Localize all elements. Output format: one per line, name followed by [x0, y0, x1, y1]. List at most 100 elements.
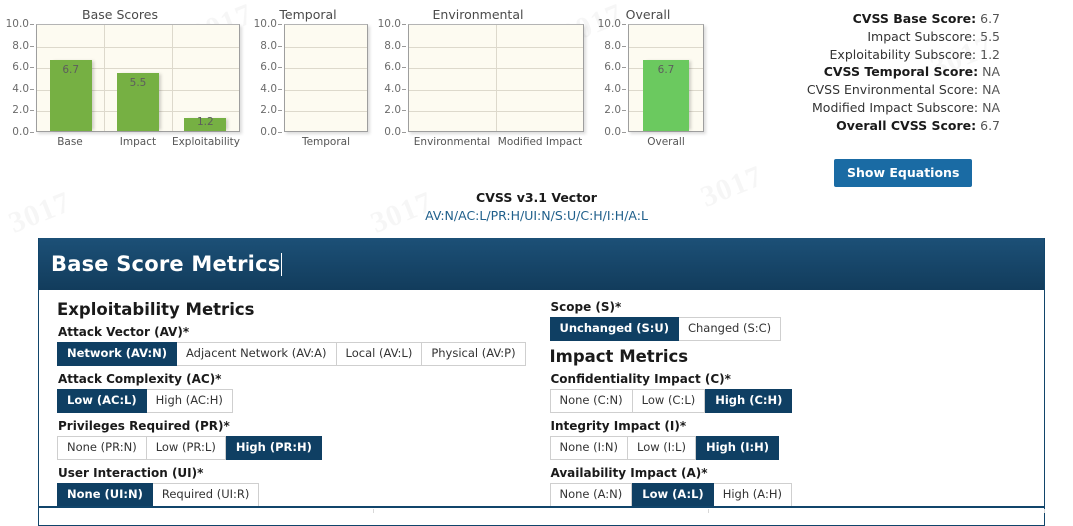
option-button-high-ac-h[interactable]: High (AC:H) [146, 389, 233, 413]
strip-segment [374, 509, 710, 513]
option-button-none-pr-n[interactable]: None (PR:N) [57, 436, 147, 460]
bar: 6.7 [49, 59, 92, 131]
chart-base-scores: Base Scores 0.0 2.0 4.0 6.0 8.0 10.0 6.7 5.5 1.2 B… [0, 6, 240, 164]
metric-label-availability-impact-a: Availability Impact (A)* [550, 466, 708, 480]
option-button-low-c-l[interactable]: Low (C:L) [632, 389, 706, 413]
score-label: Exploitability Subscore: [829, 46, 977, 62]
exploitability-metrics-heading: Exploitability Metrics [57, 300, 255, 319]
text-caret [281, 253, 283, 276]
score-row: CVSS Base Score: 6.7 [700, 10, 1000, 28]
chart-body: 0.0 2.0 4.0 6.0 8.0 10.0 Temporal [248, 18, 368, 164]
score-value: 6.7 [976, 117, 1000, 133]
option-button-none-ui-n[interactable]: None (UI:N) [57, 483, 153, 507]
option-button-none-a-n[interactable]: None (A:N) [549, 483, 633, 507]
chart-overall: Overall 0.0 2.0 4.0 6.0 8.0 10.0 6.7 Overall [592, 6, 704, 164]
metric-label-scope-s: Scope (S)* [550, 300, 622, 314]
score-row: Modified Impact Subscore: NA [700, 99, 1000, 117]
option-button-high-pr-h[interactable]: High (PR:H) [225, 436, 322, 460]
option-button-network-av-n[interactable]: Network (AV:N) [57, 342, 178, 366]
y-axis-tick-label: 10.0 [253, 18, 283, 30]
panel-title-text: Base Score Metrics [51, 252, 281, 276]
y-axis-tick-label: 0.0 [384, 126, 406, 138]
score-value: NA [978, 99, 1000, 115]
y-axis-tick-label: 0.0 [260, 126, 282, 138]
y-axis-tick-label: 2.0 [260, 104, 282, 117]
bar: 5.5 [117, 72, 159, 131]
x-axis-labels: Overall [628, 136, 704, 148]
option-button-low-a-l[interactable]: Low (A:L) [632, 483, 714, 507]
score-row: Overall CVSS Score: 6.7 [700, 117, 1000, 135]
y-axis-tick-label: 2.0 [384, 104, 406, 117]
base-score-metrics-panel: Base Score Metrics Exploitability Metric… [38, 238, 1045, 526]
strip-segment [38, 509, 374, 513]
page-title: Base Score Metrics [51, 252, 283, 276]
option-button-low-pr-l[interactable]: Low (PR:L) [146, 436, 226, 460]
chart-title: Base Scores [82, 7, 158, 22]
show-equations-button[interactable]: Show Equations [834, 159, 973, 187]
x-axis-labels: Environmental Modified Impact [408, 136, 584, 148]
y-axis-tick-label: 6.0 [384, 61, 406, 74]
y-axis: 0.0 2.0 4.0 6.0 8.0 10.0 [372, 18, 407, 138]
cvss-vector-string[interactable]: AV:N/AC:L/PR:H/UI:N/S:U/C:H/I:H/A:L [0, 208, 1073, 223]
metric-label-confidentiality-impact-c: Confidentiality Impact (C)* [550, 372, 731, 386]
option-button-adjacent-network-av-a[interactable]: Adjacent Network (AV:A) [177, 342, 337, 366]
option-button-low-ac-l[interactable]: Low (AC:L) [57, 389, 147, 413]
metric-label-attack-complexity-ac: Attack Complexity (AC)* [58, 372, 222, 386]
y-axis: 0.0 2.0 4.0 6.0 8.0 10.0 [248, 18, 283, 138]
option-button-none-c-n[interactable]: None (C:N) [549, 389, 633, 413]
y-axis-tick-label: 2.0 [12, 104, 34, 117]
option-button-local-av-l[interactable]: Local (AV:L) [336, 342, 423, 366]
option-button-low-i-l[interactable]: Low (I:L) [628, 436, 696, 460]
bar-slot: 1.2 [172, 25, 239, 131]
score-label: Impact Subscore: [867, 28, 977, 44]
chart-body: 0.0 2.0 4.0 6.0 8.0 10.0 Environmental Modified… [372, 18, 584, 164]
y-axis: 0.0 2.0 4.0 6.0 8.0 10.0 [0, 18, 35, 138]
y-axis-tick-label: 4.0 [12, 82, 34, 95]
bar-slot [409, 25, 496, 131]
chart-body: 0.0 2.0 4.0 6.0 8.0 10.0 6.7 5.5 1.2 Base Impact Ex… [0, 18, 240, 164]
metric-options-attack-vector-av: Network (AV:N) Adjacent Network (AV:A) Loc… [57, 342, 542, 366]
y-axis-tick-label: 6.0 [260, 61, 282, 74]
y-axis-tick-label: 8.0 [384, 39, 406, 52]
score-value: NA [978, 64, 1000, 80]
plot-area [408, 24, 584, 132]
metric-label-integrity-impact-i: Integrity Impact (I)* [550, 419, 687, 433]
x-axis-tick-label: Impact [119, 136, 157, 148]
score-row: Impact Subscore: 5.5 [700, 28, 1000, 46]
below-panel-strip [38, 509, 1046, 513]
option-button-high-c-h[interactable]: High (C:H) [705, 389, 793, 413]
plot-area: 6.7 5.5 1.2 [36, 24, 240, 132]
option-button-none-i-n[interactable]: None (I:N) [549, 436, 628, 460]
strip-segment [709, 509, 1046, 513]
score-value: 5.5 [976, 28, 1000, 44]
x-axis-labels: Base Impact Exploitability [36, 136, 240, 148]
bar-slot: 6.7 [629, 25, 703, 131]
score-label: CVSS Temporal Score: [823, 64, 979, 80]
y-axis-tick-label: 2.0 [604, 104, 626, 117]
metric-options-availability-impact-a: None (A:N) Low (A:L) High (A:H) [549, 483, 1035, 507]
y-axis-tick-label: 6.0 [12, 61, 34, 74]
score-charts-strip: Base Scores 0.0 2.0 4.0 6.0 8.0 10.0 6.7 5.5 1.2 B… [0, 0, 704, 165]
y-axis-tick-label: 10.0 [377, 18, 407, 30]
metric-label-privileges-required-pr: Privileges Required (PR)* [58, 419, 230, 433]
score-value: NA [978, 82, 1000, 98]
x-axis-tick-label: Temporal [301, 136, 351, 148]
bar: 1.2 [184, 116, 227, 131]
bar: 6.7 [643, 59, 689, 131]
option-button-changed-s-c[interactable]: Changed (S:C) [678, 317, 782, 341]
score-label: CVSS Base Score: [852, 11, 977, 26]
y-axis-tick-label: 8.0 [12, 39, 34, 52]
cvss-vector-title: CVSS v3.1 Vector [476, 190, 597, 205]
option-button-physical-av-p[interactable]: Physical (AV:P) [422, 342, 526, 366]
y-axis-tick-label: 4.0 [384, 82, 406, 95]
option-button-high-i-h[interactable]: High (I:H) [695, 436, 779, 460]
exploitability-metrics-column: Exploitability Metrics Attack Vector (AV)… [49, 300, 542, 513]
metric-options-privileges-required-pr: None (PR:N) Low (PR:L) High (PR:H) [57, 436, 542, 460]
score-label: Overall CVSS Score: [836, 117, 977, 133]
bar-value-label: 5.5 [129, 76, 147, 89]
x-axis-tick-label: Overall [647, 136, 685, 148]
option-button-unchanged-s-u[interactable]: Unchanged (S:U) [549, 317, 679, 341]
metric-options-user-interaction-ui: None (UI:N) Required (UI:R) [57, 483, 542, 507]
option-button-required-ui-r[interactable]: Required (UI:R) [152, 483, 260, 507]
option-button-high-a-h[interactable]: High (A:H) [713, 483, 792, 507]
